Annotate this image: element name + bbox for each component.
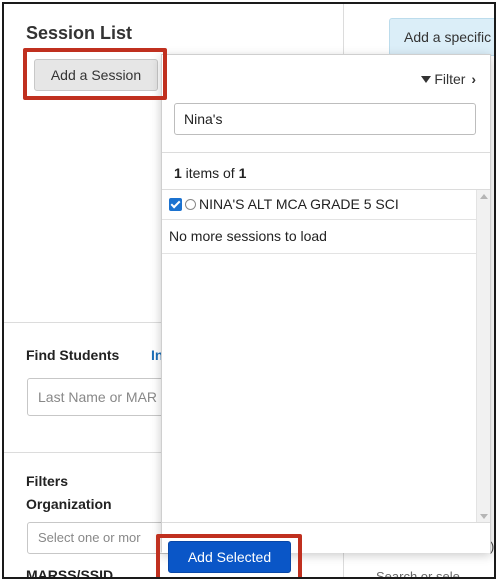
- chevron-right-icon: ›: [471, 71, 476, 87]
- screenshot-frame: Session List Add a Session Find Students…: [2, 2, 496, 579]
- marss-ssid-label: MARSS/SSID: [26, 567, 114, 579]
- session-list-title: Session List: [26, 23, 133, 43]
- filters-heading: Filters: [26, 473, 69, 489]
- session-checkbox[interactable]: [169, 198, 182, 211]
- search-button-edge[interactable]: [495, 378, 496, 416]
- filter-toggle[interactable]: Filter ›: [421, 71, 476, 87]
- filter-icon: [421, 76, 432, 83]
- search-or-select-text: Search or sele: [376, 569, 460, 579]
- list-scrollbar[interactable]: [476, 190, 490, 523]
- items-count-number: 1: [174, 165, 182, 181]
- organization-label: Organization: [26, 496, 112, 512]
- list-item[interactable]: NINA'S ALT MCA GRADE 5 SCI: [162, 190, 476, 220]
- add-specific-banner[interactable]: Add a specific: [389, 18, 494, 56]
- add-session-dropdown: Filter › Nina's 1 items of 1 NINA'S ALT …: [161, 54, 491, 553]
- session-results-list: NINA'S ALT MCA GRADE 5 SCI No more sessi…: [162, 189, 490, 523]
- filter-label: Filter: [434, 71, 466, 87]
- session-name: NINA'S ALT MCA GRADE 5 SCI: [199, 196, 399, 212]
- panel-divider: [162, 152, 490, 153]
- scroll-down-icon[interactable]: [480, 514, 488, 519]
- find-students-heading: Find Students: [26, 347, 120, 363]
- session-search-input[interactable]: Nina's: [174, 103, 476, 135]
- no-more-sessions-message: No more sessions to load: [162, 220, 476, 254]
- add-session-button[interactable]: Add a Session: [34, 59, 158, 91]
- scroll-up-icon[interactable]: [480, 194, 488, 199]
- items-count: 1 items of 1: [174, 165, 246, 181]
- items-count-text: items of: [181, 165, 239, 181]
- items-count-total: 1: [238, 165, 247, 181]
- radio-icon[interactable]: [185, 199, 196, 210]
- add-selected-button[interactable]: Add Selected: [168, 541, 291, 573]
